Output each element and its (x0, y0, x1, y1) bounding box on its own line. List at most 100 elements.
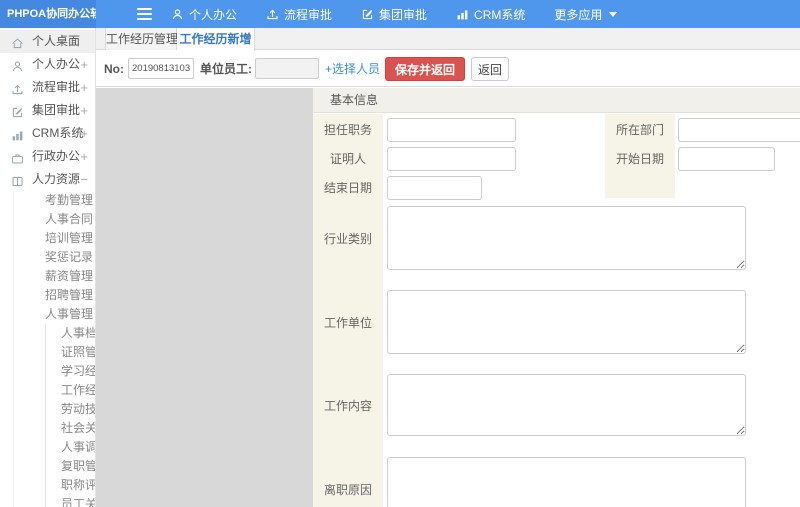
work-content-label: 工作内容 (323, 399, 372, 413)
sidebar: 个人桌面 个人办公 + 流程审批 + 集团审批 + CRM系统 + 行政办公 + (0, 28, 96, 507)
sidebar-item-label: 考勤管理 (45, 193, 94, 207)
topnav-label: CRM系统 (474, 7, 526, 22)
company-textarea[interactable] (387, 290, 746, 354)
topnav-label: 更多应用 (554, 7, 603, 22)
user-icon (171, 8, 184, 21)
expand-icon: + (80, 103, 88, 118)
end-date-label: 结束日期 (323, 181, 372, 195)
expand-icon: + (73, 288, 81, 303)
topnav-label: 个人办公 (189, 7, 238, 22)
edit-icon (361, 8, 374, 21)
topnav-flow-approval[interactable]: 流程审批 (266, 6, 332, 23)
sidebar-item-hr-contract[interactable]: 人事合同 (14, 210, 95, 229)
sidebar-item-recruit[interactable]: 招聘管理 + (14, 286, 95, 305)
topnav-crm[interactable]: CRM系统 (456, 6, 525, 23)
sidebar-item-personal-office[interactable]: 个人办公 + (0, 53, 95, 76)
expand-icon: + (80, 126, 88, 141)
expand-icon: + (80, 57, 88, 72)
topnav-group-approval[interactable]: 集团审批 (361, 6, 427, 23)
sidebar-item-reinstatement[interactable]: 复职管理 (46, 457, 95, 476)
sidebar-item-label: 流程审批 (32, 80, 81, 94)
select-person-link[interactable]: +选择人员 (325, 51, 380, 87)
sidebar-item-social-relations[interactable]: 社会关系 (46, 419, 95, 438)
start-date-input[interactable] (678, 147, 775, 171)
sidebar-item-rewards[interactable]: 奖惩记录 (14, 248, 95, 267)
sidebar-item-flow-approval[interactable]: 流程审批 + (0, 76, 95, 99)
sidebar-item-label: 行政办公 (32, 149, 81, 163)
industry-textarea[interactable] (387, 206, 746, 270)
tab-work-history-manage[interactable]: 工作经历管理 (105, 28, 178, 50)
expand-icon: + (73, 269, 81, 284)
caret-down-icon (609, 11, 618, 17)
hamburger-menu-icon[interactable] (137, 8, 152, 20)
sidebar-item-work-history[interactable]: 工作经历 (46, 381, 95, 400)
industry-label: 行业类别 (323, 231, 372, 246)
topbar: PHPOA协同办公软件 个人办公 流程审批 集团审批 CRM系统 (0, 0, 800, 28)
hr-submenu: 考勤管理 人事合同 培训管理 奖惩记录 薪资管理 + 招聘管理 + 人事管理 − 人事… (13, 191, 95, 507)
dept-input[interactable] (678, 118, 800, 142)
position-input[interactable] (387, 118, 516, 142)
sidebar-item-attendance[interactable]: 考勤管理 (14, 191, 95, 210)
sidebar-item-personnel-transfer[interactable]: 人事调动 (46, 438, 95, 457)
tab-bar: 工作经历管理 工作经历新增 (96, 28, 800, 51)
sidebar-item-personnel-files[interactable]: 人事档案管理 (46, 324, 95, 343)
form-panel: 基本信息 担任职务 所在部门 证明人 开始日期 结束日期 行业类别 工作单位 工… (313, 88, 800, 507)
chart-icon (456, 8, 469, 21)
sidebar-item-employee-care[interactable]: 员工关怀 (46, 495, 95, 507)
leave-reason-textarea[interactable] (387, 457, 746, 507)
sidebar-item-label: 人力资源 (32, 172, 81, 186)
work-content-textarea[interactable] (387, 374, 746, 436)
briefcase-icon (11, 150, 24, 164)
prover-label: 证明人 (329, 152, 366, 166)
topnav-label: 流程审批 (284, 7, 333, 22)
sidebar-item-training[interactable]: 培训管理 (14, 229, 95, 248)
app-logo: PHPOA协同办公软件 (0, 0, 96, 28)
home-icon (11, 35, 24, 49)
save-return-button[interactable]: 保存并返回 (385, 57, 466, 81)
collapse-icon: − (80, 172, 88, 187)
sidebar-item-label: CRM系统 (32, 126, 84, 140)
no-input[interactable] (128, 58, 194, 79)
sidebar-item-label: 个人办公 (32, 57, 81, 71)
sidebar-item-personnel[interactable]: 人事管理 − (14, 305, 95, 324)
collapse-icon: − (73, 307, 81, 322)
sidebar-item-hr[interactable]: 人力资源 − (0, 168, 95, 191)
sidebar-item-certificates[interactable]: 证照管理 (46, 343, 95, 362)
sidebar-item-label: 人事合同 (45, 212, 94, 226)
sidebar-item-study-history[interactable]: 学习经历 (46, 362, 95, 381)
topnav-more-apps[interactable]: 更多应用 (554, 6, 618, 23)
prover-input[interactable] (387, 147, 516, 171)
sidebar-item-title-evaluation[interactable]: 职称评定 (46, 476, 95, 495)
sidebar-item-label: 培训管理 (45, 231, 94, 245)
sidebar-item-label: 奖惩记录 (45, 250, 94, 264)
employee-label: 单位员工: (200, 62, 252, 76)
sidebar-item-label: 人事管理 (45, 307, 94, 321)
dept-label: 所在部门 (615, 123, 664, 137)
user-icon (11, 58, 24, 72)
sidebar-item-admin-office[interactable]: 行政办公 + (0, 145, 95, 168)
sidebar-item-group-approval[interactable]: 集团审批 + (0, 99, 95, 122)
sidebar-item-label: 个人桌面 (32, 34, 81, 48)
sidebar-item-salary[interactable]: 薪资管理 + (14, 267, 95, 286)
toolbar: No: 单位员工: +选择人员 保存并返回 返回 (96, 51, 800, 87)
personnel-submenu: 人事档案管理 证照管理 学习经历 工作经历 劳动技能 社会关系 人事调动 复职管… (45, 324, 95, 507)
expand-icon: + (80, 149, 88, 164)
position-label: 担任职务 (323, 123, 372, 137)
end-date-input[interactable] (387, 176, 482, 200)
no-label: No: (104, 62, 124, 76)
back-button[interactable]: 返回 (471, 57, 510, 81)
topnav-personal-office[interactable]: 个人办公 (171, 6, 237, 23)
sidebar-item-labor-skills[interactable]: 劳动技能 (46, 400, 95, 419)
chart-icon (11, 127, 24, 141)
book-icon (11, 173, 24, 187)
flow-icon (266, 8, 279, 21)
employee-input[interactable] (255, 58, 319, 79)
sidebar-item-label: 薪资管理 (45, 269, 94, 283)
tab-work-history-new[interactable]: 工作经历新增 (177, 28, 255, 51)
section-title: 基本信息 (313, 88, 800, 113)
sidebar-item-desktop[interactable]: 个人桌面 (0, 30, 95, 53)
start-date-label: 开始日期 (615, 152, 664, 166)
sidebar-item-crm[interactable]: CRM系统 + (0, 122, 95, 145)
company-label: 工作单位 (323, 315, 372, 330)
expand-icon: + (80, 80, 88, 95)
